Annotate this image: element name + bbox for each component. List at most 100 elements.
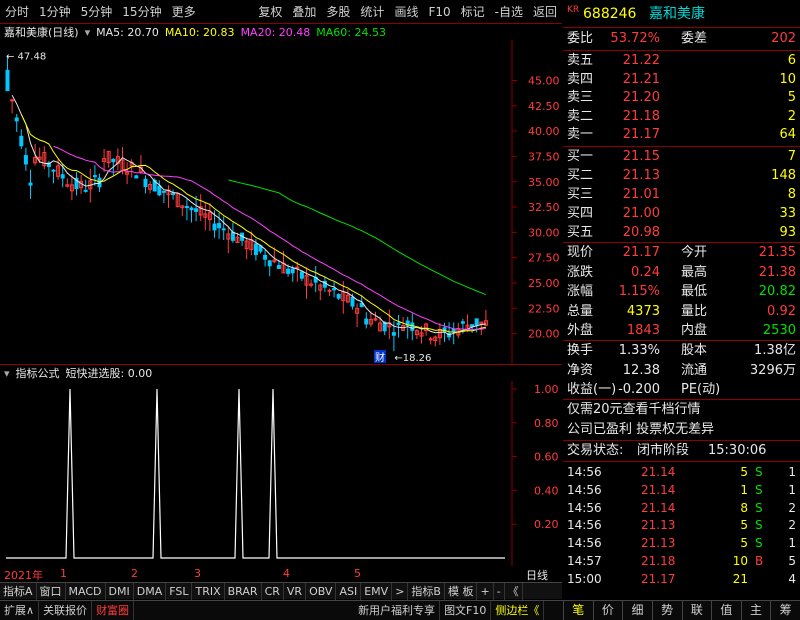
bottom-tab[interactable]: 筹 xyxy=(770,600,800,620)
quote-value: 21.38 xyxy=(758,264,796,280)
bottom-tab[interactable]: 主 xyxy=(740,600,771,620)
bottom-tab[interactable]: 细 xyxy=(622,600,652,620)
indicator-tab[interactable]: FSL xyxy=(166,582,193,600)
tick-volume: 8 xyxy=(740,500,748,515)
toolbar-btn-r7[interactable]: -自选 xyxy=(490,0,528,24)
price-tick: 37.50 xyxy=(528,150,560,163)
bid-price[interactable]: 21.01 xyxy=(623,186,660,204)
toolbar-btn-r3[interactable]: 统计 xyxy=(355,0,389,24)
toolbar-btn-r1[interactable]: 叠加 xyxy=(287,0,321,24)
bottom-tab[interactable]: 联 xyxy=(681,600,712,620)
bottom-tab[interactable]: 势 xyxy=(651,600,682,620)
quote-row: 14:56 21.13 5 S 2 xyxy=(563,516,800,534)
toolbar-btn-r0[interactable]: 复权 xyxy=(253,0,287,24)
ask-price[interactable]: 21.22 xyxy=(623,52,660,70)
quote-row: 卖四 21.21 10 xyxy=(563,71,800,89)
indicator-tab[interactable]: DMA xyxy=(134,582,167,600)
bottom-tab[interactable]: 价 xyxy=(592,600,623,620)
chevron-down-icon[interactable]: ▾ xyxy=(4,367,10,380)
toolbar-btn-r5[interactable]: F10 xyxy=(423,0,455,24)
indicator-tab[interactable]: DMI xyxy=(106,582,134,600)
indicator-tab[interactable]: - xyxy=(494,582,505,600)
quote-row: 换手 1.33% 股本 1.38亿 xyxy=(563,342,800,360)
candle-body xyxy=(267,260,272,267)
event-tag[interactable]: 财 xyxy=(375,351,385,364)
price-tick: 22.50 xyxy=(528,302,560,315)
indicator-tab[interactable]: CR xyxy=(262,582,284,600)
bid-price[interactable]: 21.15 xyxy=(623,148,660,166)
bid-price[interactable]: 20.98 xyxy=(623,224,660,242)
ask-price[interactable]: 21.17 xyxy=(623,126,660,144)
toolbar-btn-r2[interactable]: 多股 xyxy=(321,0,355,24)
candlestick-chart[interactable]: 45.00 42.50 40.00 37.50 35.00 32.50 30.00 27.50… xyxy=(0,40,562,364)
fund-value: -0.200 xyxy=(618,382,660,397)
indicator-tab[interactable]: 窗口 xyxy=(37,582,66,600)
notice-text[interactable]: 仅需20元查看千档行情 xyxy=(567,401,701,419)
indicator-tab[interactable]: 模 板 xyxy=(445,582,478,600)
quote-label: 内盘 xyxy=(681,323,708,338)
quote-row: 卖五 21.22 6 xyxy=(563,52,800,70)
indicator-tab[interactable]: MACD xyxy=(66,582,106,600)
indicator-chart[interactable]: 1.00 0.80 0.60 0.40 0.20 xyxy=(0,381,562,566)
indicator-tab[interactable]: 指标B xyxy=(408,582,445,600)
candle-body xyxy=(111,158,116,163)
indicator-tab[interactable]: BRAR xyxy=(225,582,262,600)
ask-price[interactable]: 21.18 xyxy=(623,108,660,126)
bid-price[interactable]: 21.00 xyxy=(623,205,660,223)
price-tick: 42.50 xyxy=(528,100,560,113)
stock-code[interactable]: 688246 xyxy=(583,4,636,24)
candle-body xyxy=(253,243,258,256)
indicator-tab[interactable]: TRIX xyxy=(192,582,225,600)
indicator-tab[interactable]: VR xyxy=(284,582,307,600)
date-month: 4 xyxy=(283,567,290,580)
toolbar-btn-3[interactable]: 15分钟 xyxy=(117,0,166,24)
candle-body xyxy=(51,169,56,172)
toolbar-btn-4[interactable]: 更多 xyxy=(167,0,201,24)
bottom-tab[interactable]: 笔 xyxy=(563,600,593,620)
quote-row: 涨跌 0.24 最高 21.38 xyxy=(563,264,800,282)
toolbar-btn-r6[interactable]: 标记 xyxy=(456,0,490,24)
indicator-legend-row: ▾ 指标公式 短快进选股: 0.00 xyxy=(0,365,152,381)
quote-label: 总量 xyxy=(567,303,594,319)
candle-body xyxy=(83,189,88,192)
indicator-tab[interactable]: OBV xyxy=(306,582,337,600)
status-item[interactable]: 新用户福利专享 xyxy=(354,600,441,620)
stock-name[interactable]: 嘉和美康 xyxy=(649,4,705,24)
indicator-tab[interactable]: EMV xyxy=(361,582,393,600)
indicator-tab[interactable]: ASI xyxy=(336,582,362,600)
status-item[interactable]: 财富圈 xyxy=(92,600,135,620)
bid-volume: 8 xyxy=(787,187,796,202)
indicator-tab[interactable]: + xyxy=(477,582,494,600)
toolbar-btn-0[interactable]: 分时 xyxy=(0,0,34,24)
candle-body xyxy=(451,328,456,333)
quote-label: 今开 xyxy=(681,245,708,260)
ma-legend-item: MA5: 20.70 xyxy=(96,25,159,39)
quote-row: 14:57 21.18 10 B 5 xyxy=(563,552,800,570)
toolbar-btn-r8[interactable]: 返回 xyxy=(528,0,562,24)
status-item[interactable]: 关联报价 xyxy=(39,600,93,620)
tick-count: 2 xyxy=(788,500,796,515)
status-item[interactable]: 扩展∧ xyxy=(0,600,40,620)
quote-row: 14:56 21.14 1 S 1 xyxy=(563,481,800,499)
toolbar-btn-2[interactable]: 5分钟 xyxy=(76,0,118,24)
candle-body xyxy=(286,268,291,274)
ask-price[interactable]: 21.21 xyxy=(623,71,660,89)
notice-text[interactable]: 公司已盈利 投票权无差异 xyxy=(567,421,714,439)
chevron-down-icon[interactable]: ▾ xyxy=(85,26,91,39)
indicator-tick: 0.60 xyxy=(534,451,559,464)
bottom-tab[interactable]: 值 xyxy=(711,600,741,620)
ask-price[interactable]: 21.20 xyxy=(623,89,660,107)
toolbar-btn-1[interactable]: 1分钟 xyxy=(34,0,76,24)
quote-row: 买二 21.13 148 xyxy=(563,167,800,185)
indicator-title: 指标公式 xyxy=(15,367,60,380)
candle-body xyxy=(23,155,28,165)
indicator-tab[interactable]: 《 xyxy=(505,582,523,600)
ask-label: 卖五 xyxy=(567,53,594,68)
status-item[interactable]: 侧边栏《 xyxy=(491,600,545,620)
indicator-tab[interactable]: 指标A xyxy=(0,582,37,600)
toolbar-btn-r4[interactable]: 画线 xyxy=(389,0,423,24)
tick-count: 1 xyxy=(788,482,796,497)
bid-price[interactable]: 21.13 xyxy=(623,167,660,185)
status-item[interactable]: 图文F10 xyxy=(440,600,492,620)
indicator-tab[interactable]: > xyxy=(392,582,409,600)
